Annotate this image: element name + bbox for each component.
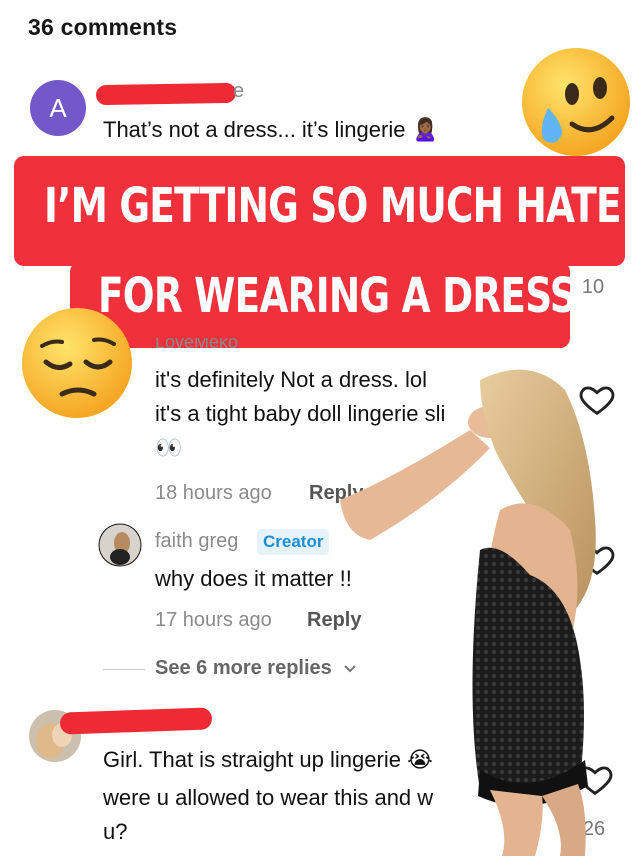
username[interactable]: faith greg [155, 530, 238, 553]
like-count: 10 [581, 276, 605, 298]
divider-line [103, 669, 145, 670]
woman-emoji: 🙎🏾‍♀️ [411, 117, 439, 142]
username-redaction [95, 82, 237, 106]
comment-text: That’s not a dress... it’s lingerie 🙎🏾‍♀… [103, 113, 439, 147]
avatar[interactable] [98, 523, 142, 567]
creator-badge: Creator [257, 529, 330, 555]
caption-line-2: FOR WEARING A DRESS [98, 268, 577, 324]
avatar[interactable]: A [30, 80, 86, 136]
comment-timestamp: 17 hours ago [155, 609, 272, 631]
comment-timestamp: 18 hours ago [155, 482, 272, 504]
comment-text-content: That’s not a dress... it’s lingerie [103, 117, 406, 142]
pensive-emoji [22, 308, 132, 418]
see-more-replies-button[interactable]: See 6 more replies [155, 657, 357, 680]
caption-line-1: I’M GETTING SO MUCH HATE [44, 178, 622, 234]
see-more-label: See 6 more replies [155, 657, 332, 679]
username-fragment: e [233, 80, 245, 102]
comments-count: 36 comments [28, 14, 178, 40]
woman-in-black-dress-image [340, 369, 596, 856]
crying-smile-emoji [522, 48, 630, 156]
username-redaction [59, 707, 213, 735]
comment-text: why does it matter !! [155, 566, 352, 591]
avatar-letter: A [49, 92, 67, 123]
username-fragment: LoveMeko [155, 338, 239, 352]
